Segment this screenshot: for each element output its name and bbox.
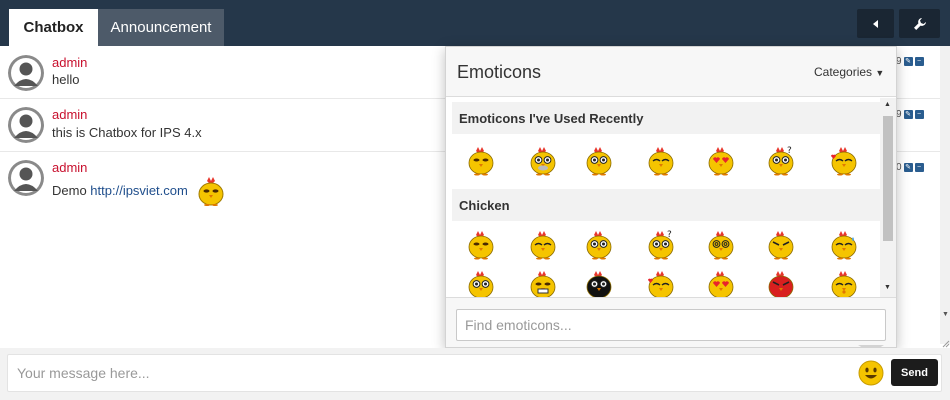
tab-chatbox[interactable]: Chatbox [9,9,98,46]
user-silhouette-icon [8,55,44,91]
message-input[interactable] [7,354,942,392]
smiley-icon [858,360,884,386]
section-recent: Emoticons I've Used Recently [452,102,880,134]
chicken-surprised-icon[interactable] [582,143,616,177]
chicken-smirk-icon[interactable] [526,227,560,261]
chicken-sweat-icon[interactable] [827,227,861,261]
section-chicken: Chicken [452,189,880,221]
svg-text:?: ? [667,230,672,240]
message-actions: 0 ✎ − [896,162,924,173]
message-actions: 9 ✎ − [896,56,924,67]
chicken-tired-icon[interactable] [526,143,560,177]
emoticon-list: Emoticons I've Used Recently ? Chicken ? [446,98,896,297]
avatar [8,55,44,91]
chicken-love-icon[interactable] [704,143,738,177]
edit-icon[interactable]: ✎ [903,57,913,66]
caret-left-icon [872,19,878,28]
emoticon-scrollbar[interactable]: ▲ ▼ [880,98,896,297]
tab-announcement[interactable]: Announcement [98,9,224,46]
message-username[interactable]: admin [52,107,87,122]
emoticon-panel: Emoticons Categories ▼ Emoticons I've Us… [445,46,897,348]
message-username[interactable]: admin [52,55,87,70]
collapse-button[interactable] [857,9,894,38]
delete-icon[interactable]: − [914,163,924,172]
categories-label: Categories [814,65,873,79]
emoticon-search-area [446,297,896,347]
chicken-red-angry-icon[interactable] [764,267,798,297]
chicken-confused-icon[interactable]: ? [644,227,678,261]
chicken-whistle-icon[interactable] [827,267,861,297]
wrench-icon [913,17,926,30]
message-text-prefix: Demo [52,183,91,198]
emoticon-panel-header: Emoticons Categories ▼ [446,47,896,97]
composer: Send [0,348,950,400]
chicken-dizzy-icon[interactable] [704,227,738,261]
send-button[interactable]: Send [891,359,938,386]
delete-icon[interactable]: − [914,57,924,66]
chicken-smile-icon[interactable] [464,267,498,297]
message-link[interactable]: http://ipsviet.com [90,183,188,198]
message-text: hello [52,72,80,87]
scroll-down-arrow-icon[interactable]: ▼ [942,311,949,318]
message-actions: 9 ✎ − [896,109,924,120]
chicken-grin-icon[interactable] [526,267,560,297]
chat-scrollbar[interactable]: ▼ [940,46,950,344]
top-bar: Chatbox Announcement [0,0,950,46]
edit-icon[interactable]: ✎ [903,110,913,119]
caret-down-icon: ▼ [875,68,885,78]
message-text: Demo http://ipsviet.com [52,183,188,198]
settings-button[interactable] [899,9,940,38]
delete-icon[interactable]: − [914,110,924,119]
emoticon-toggle-button[interactable] [858,360,884,386]
scroll-down-arrow-icon[interactable]: ▼ [884,284,891,291]
scroll-thumb[interactable] [883,116,893,241]
chicken-angry-icon[interactable] [764,227,798,261]
emoticon-search-input[interactable] [456,309,886,341]
edit-icon[interactable]: ✎ [903,163,913,172]
scroll-up-arrow-icon[interactable]: ▲ [884,101,891,108]
chicken-confused-icon[interactable]: ? [764,143,798,177]
chicken-love-icon[interactable] [704,267,738,297]
message-text: this is Chatbox for IPS 4.x [52,125,202,140]
avatar [8,107,44,143]
chicken-happy-icon[interactable] [464,227,498,261]
chicken-happy-icon [195,174,227,206]
user-silhouette-icon [8,160,44,196]
user-silhouette-icon [8,107,44,143]
chatbox-app: Chatbox Announcement admin hello 9 ✎ − a… [0,0,950,400]
chicken-sleepy-icon[interactable] [644,143,678,177]
chicken-kiss-icon[interactable] [827,143,861,177]
resize-grip-icon[interactable] [940,335,950,348]
chicken-happy-icon[interactable] [464,143,498,177]
avatar [8,160,44,196]
emoticon-panel-title: Emoticons [457,62,542,82]
message-username[interactable]: admin [52,160,87,175]
categories-dropdown[interactable]: Categories ▼ [814,65,884,79]
chicken-shocked-icon[interactable] [582,227,616,261]
svg-text:?: ? [787,146,792,156]
chicken-black-icon[interactable] [582,267,616,297]
chicken-kiss-icon[interactable] [644,267,678,297]
